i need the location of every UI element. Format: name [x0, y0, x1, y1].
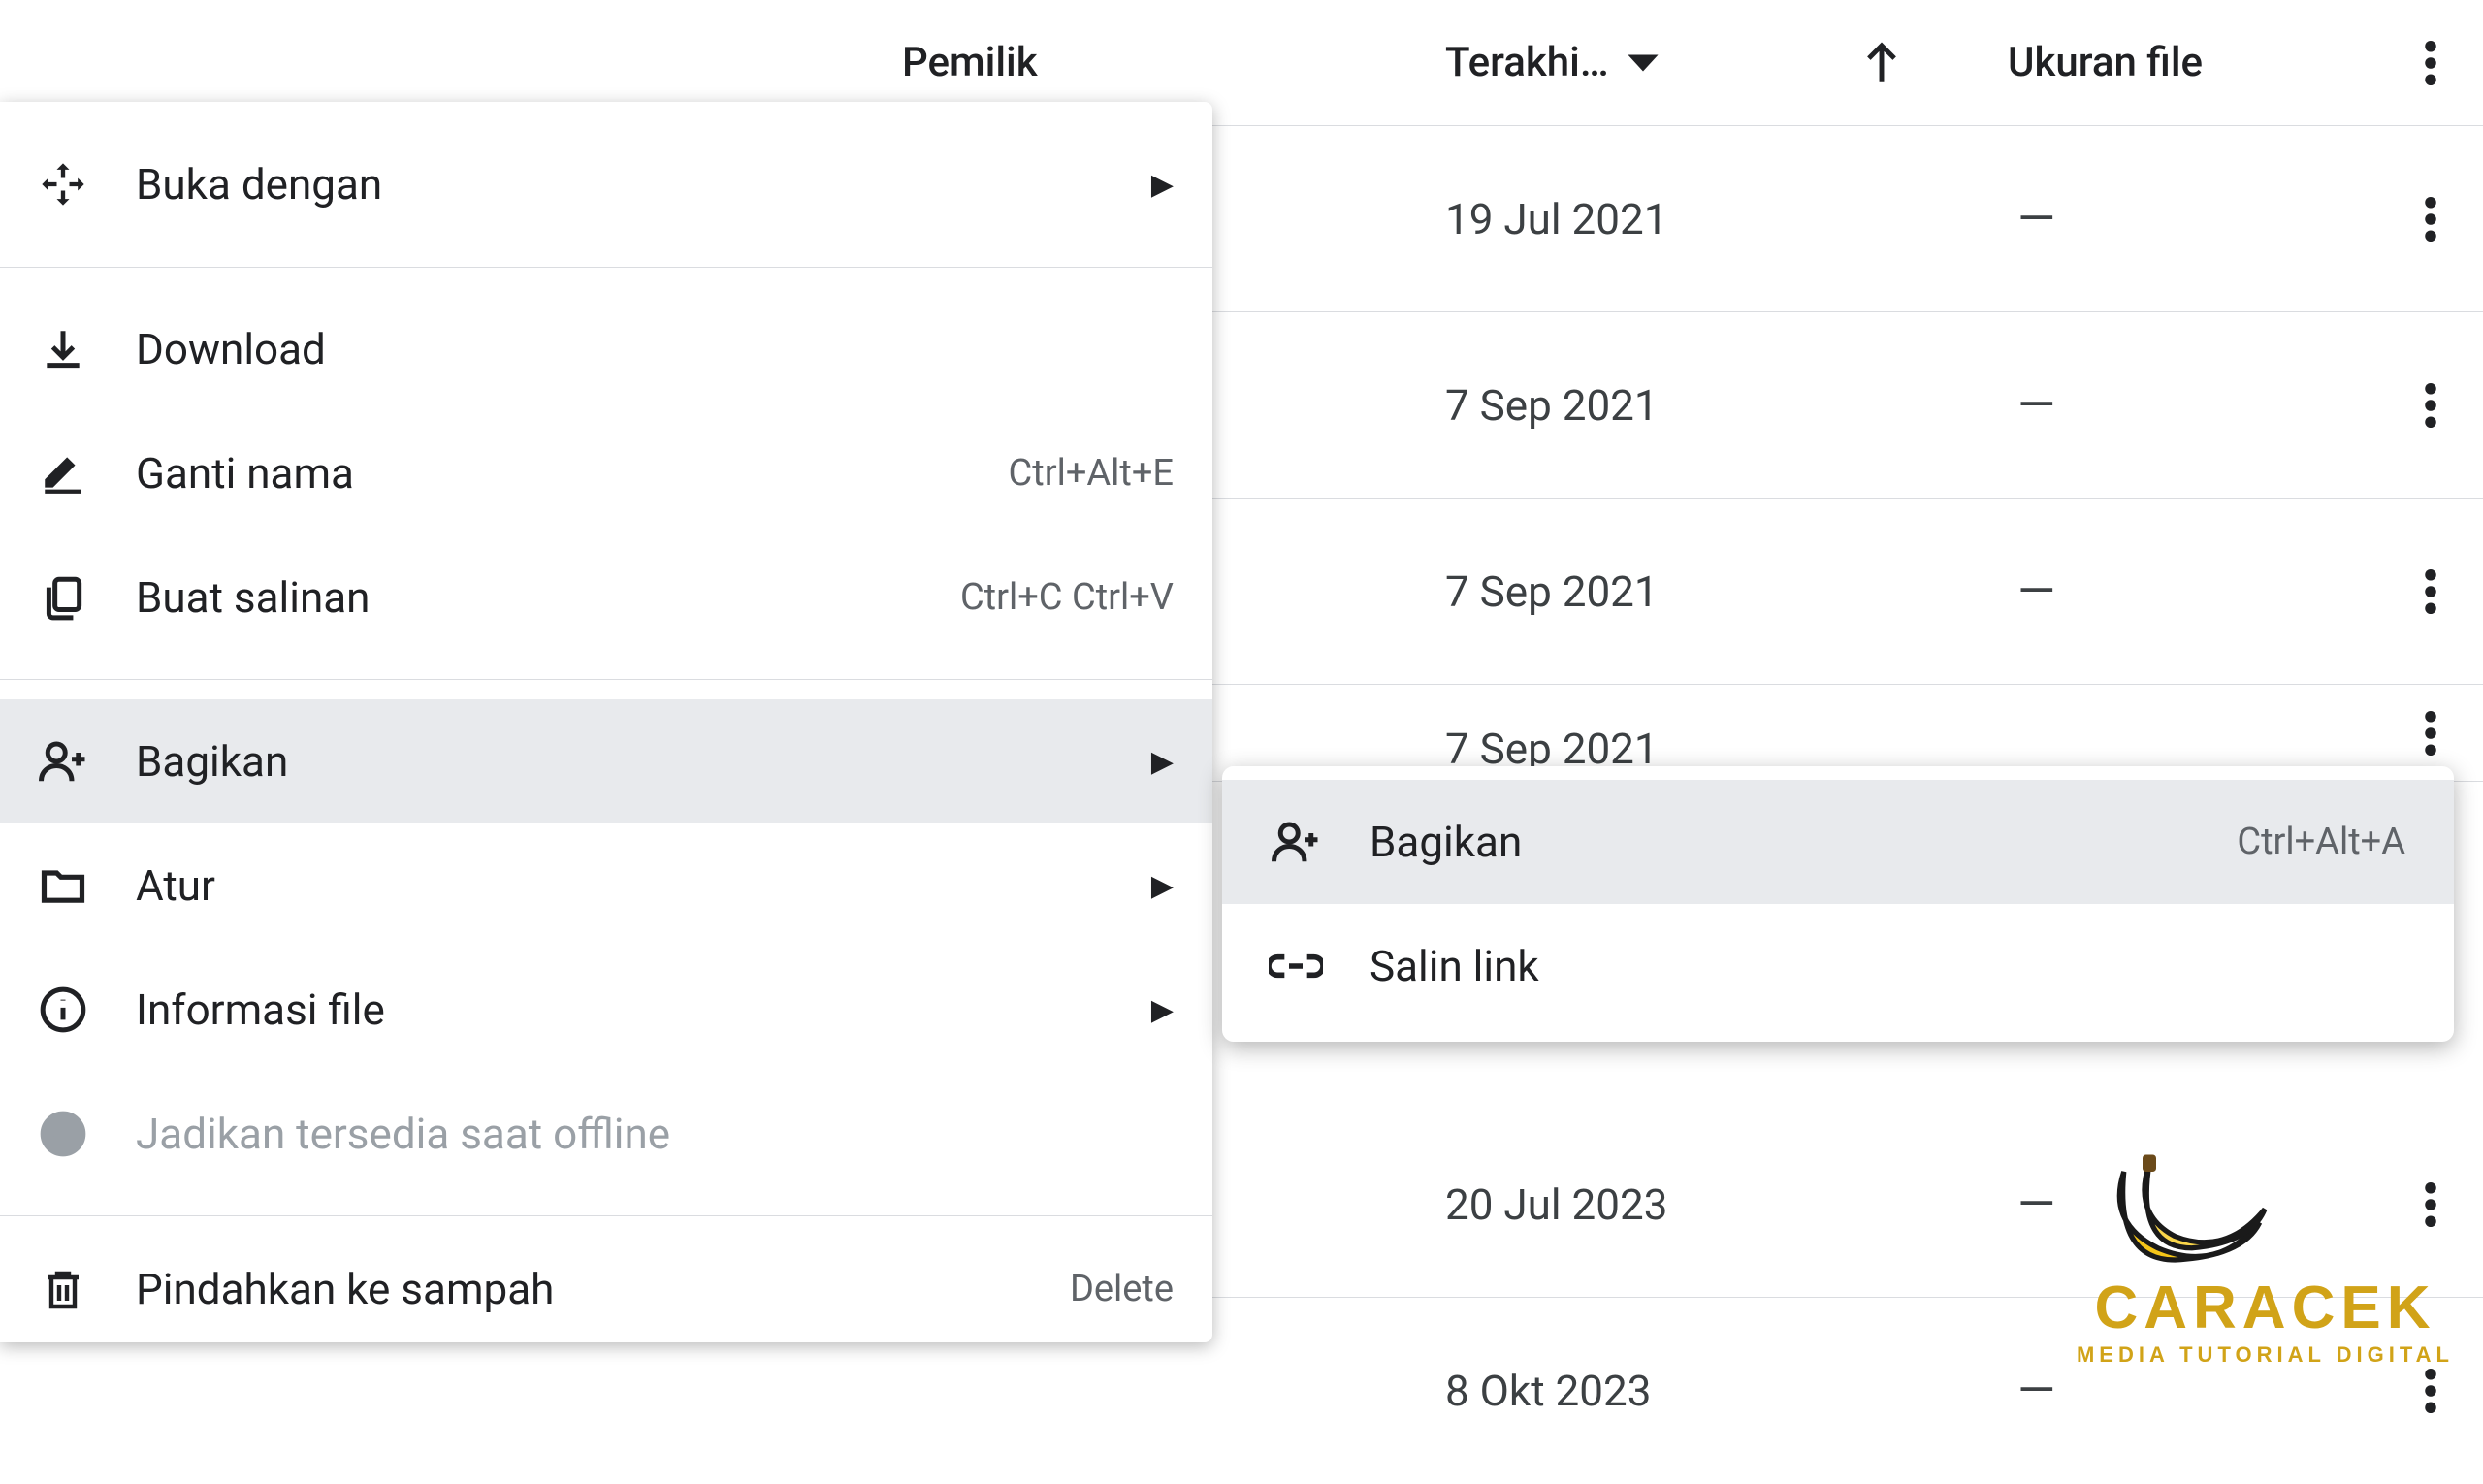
column-modified[interactable]: Terakhi…	[1445, 39, 1660, 86]
row-more-icon[interactable]	[2425, 711, 2436, 756]
menu-label: Ganti nama	[136, 448, 970, 499]
menu-open-with[interactable]: Buka dengan ▶	[0, 102, 1212, 247]
row-more-icon[interactable]	[2425, 1369, 2436, 1413]
submenu-copy-link[interactable]: Salin link	[1222, 904, 2454, 1028]
trash-icon	[29, 1266, 97, 1312]
row-date: 20 Jul 2023	[1445, 1179, 1667, 1230]
row-size: —	[2017, 377, 2055, 434]
person-add-icon	[29, 735, 97, 788]
menu-shortcut: Ctrl+Alt+E	[1009, 452, 1174, 495]
menu-separator	[0, 679, 1212, 680]
menu-label: Pindahkan ke sampah	[136, 1264, 1031, 1314]
column-size[interactable]: Ukuran file	[2008, 39, 2203, 86]
chevron-right-icon: ▶	[1151, 745, 1174, 779]
watermark-tagline: MEDIA TUTORIAL DIGITAL	[2077, 1342, 2454, 1368]
link-icon	[1261, 939, 1331, 993]
menu-label: Bagikan	[136, 736, 1113, 787]
row-date: 19 Jul 2021	[1445, 194, 1667, 244]
column-modified-label: Terakhi…	[1445, 39, 1609, 86]
watermark-brand: CARACEK	[2077, 1274, 2454, 1342]
person-add-icon	[1261, 816, 1331, 868]
sort-arrow-up-icon[interactable]	[1862, 41, 1901, 85]
context-menu: Buka dengan ▶ Download Ganti nama Ctrl+A…	[0, 102, 1212, 1342]
row-date: 8 Okt 2023	[1445, 1366, 1651, 1416]
download-icon	[29, 325, 97, 373]
row-date: 7 Sep 2021	[1445, 380, 1659, 431]
offline-icon	[29, 1110, 97, 1158]
menu-rename[interactable]: Ganti nama Ctrl+Alt+E	[0, 411, 1212, 535]
chevron-right-icon: ▶	[1151, 993, 1174, 1027]
menu-label: Download	[136, 324, 1174, 374]
row-more-icon[interactable]	[2425, 383, 2436, 428]
move-icon	[29, 159, 97, 210]
row-date: 7 Sep 2021	[1445, 566, 1659, 617]
menu-label: Atur	[136, 860, 1113, 911]
menu-share[interactable]: Bagikan ▶	[0, 699, 1212, 823]
menu-shortcut: Delete	[1070, 1268, 1174, 1310]
menu-separator	[0, 267, 1212, 268]
submenu-shortcut: Ctrl+Alt+A	[2237, 821, 2405, 863]
menu-organize[interactable]: Atur ▶	[0, 823, 1212, 948]
menu-separator	[0, 1215, 1212, 1216]
submenu-label: Bagikan	[1370, 817, 2198, 867]
banana-icon	[2077, 1138, 2290, 1274]
row-more-icon[interactable]	[2425, 197, 2436, 242]
watermark: CARACEK MEDIA TUTORIAL DIGITAL	[2077, 1138, 2454, 1368]
copy-icon	[29, 573, 97, 622]
row-size: —	[2017, 1177, 2055, 1233]
menu-make-copy[interactable]: Buat salinan Ctrl+C Ctrl+V	[0, 535, 1212, 660]
info-icon	[29, 985, 97, 1034]
column-owner[interactable]: Pemilik	[902, 39, 1038, 86]
menu-trash[interactable]: Pindahkan ke sampah Delete	[0, 1236, 1212, 1342]
header-more-icon[interactable]	[2425, 41, 2436, 85]
row-size: —	[2017, 191, 2055, 247]
menu-label: Buat salinan	[136, 572, 921, 623]
share-submenu: Bagikan Ctrl+Alt+A Salin link	[1222, 766, 2454, 1042]
row-size: —	[2017, 564, 2055, 620]
menu-available-offline: Jadikan tersedia saat offline	[0, 1072, 1212, 1196]
menu-label: Jadikan tersedia saat offline	[136, 1109, 1174, 1159]
menu-shortcut: Ctrl+C Ctrl+V	[960, 576, 1174, 619]
chevron-right-icon: ▶	[1151, 869, 1174, 903]
folder-icon	[29, 860, 97, 911]
menu-download[interactable]: Download	[0, 287, 1212, 411]
submenu-label: Salin link	[1370, 941, 2405, 991]
menu-label: Informasi file	[136, 984, 1113, 1035]
menu-file-info[interactable]: Informasi file ▶	[0, 948, 1212, 1072]
submenu-share[interactable]: Bagikan Ctrl+Alt+A	[1222, 780, 2454, 904]
edit-icon	[29, 449, 97, 498]
dropdown-icon	[1627, 53, 1660, 73]
menu-label: Buka dengan	[136, 159, 1113, 210]
chevron-right-icon: ▶	[1151, 168, 1174, 202]
row-more-icon[interactable]	[2425, 569, 2436, 614]
row-size: —	[2017, 1363, 2055, 1419]
